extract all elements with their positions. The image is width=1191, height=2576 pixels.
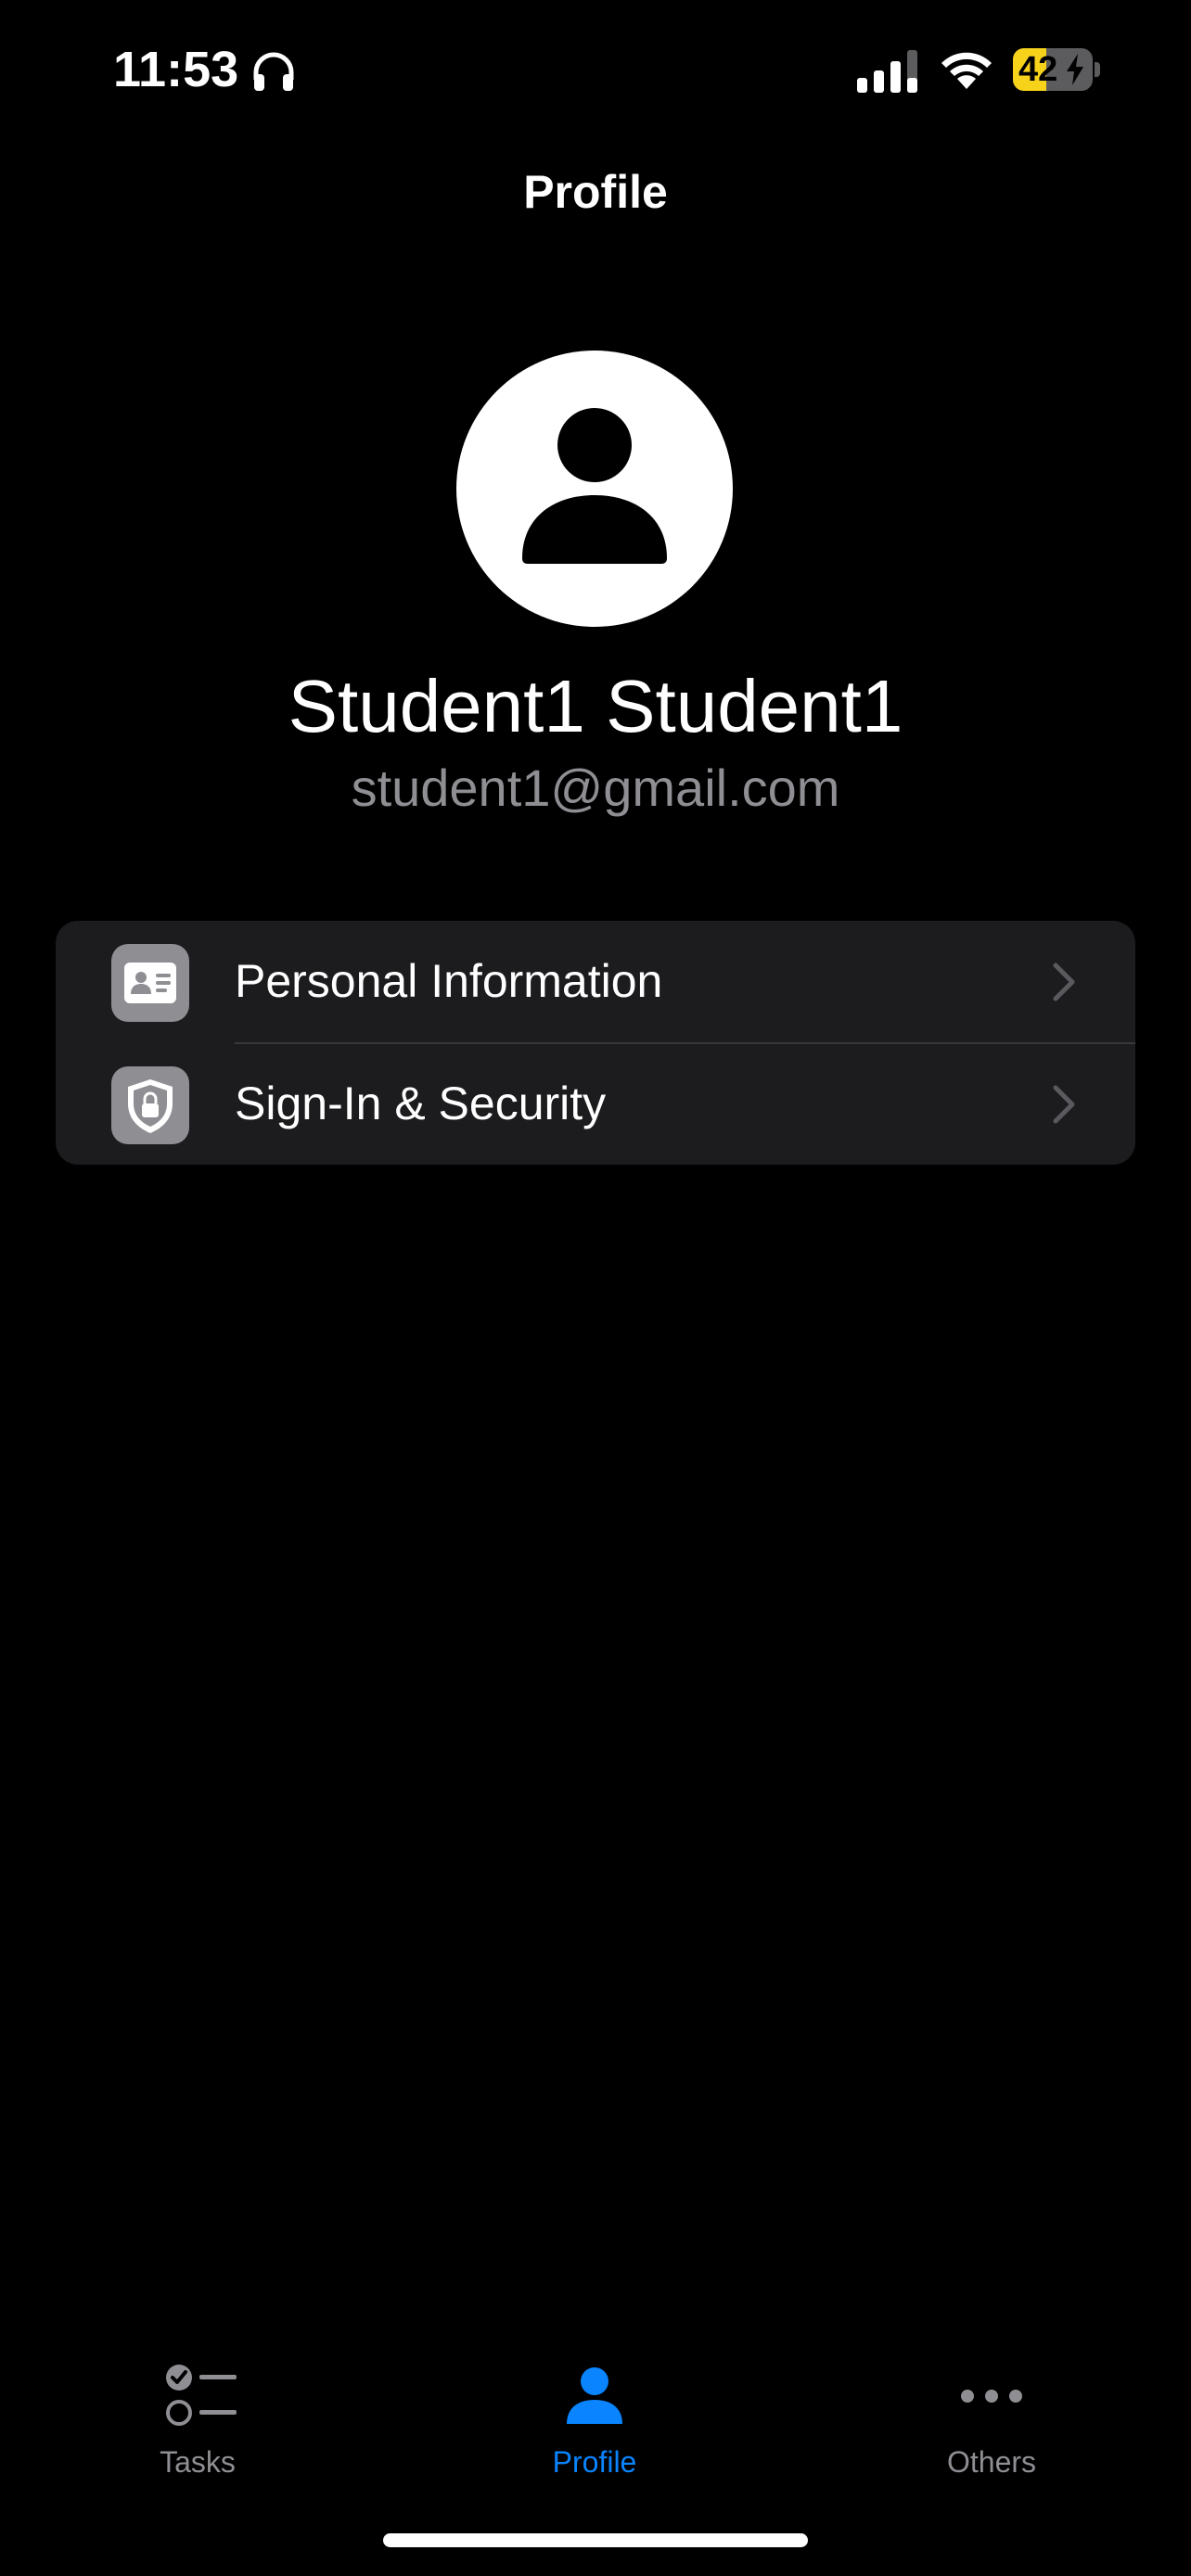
tab-others[interactable]: Others xyxy=(899,2327,1084,2485)
personal-information-label: Personal Information xyxy=(235,955,663,1007)
chevron-right-icon xyxy=(1053,963,1075,1001)
settings-group: Personal Information Sign-In & Security xyxy=(56,921,1135,1165)
status-time: 11:53 xyxy=(113,42,239,97)
avatar xyxy=(456,351,733,627)
profile-name: Student1 Student1 xyxy=(288,665,903,747)
tab-label-profile: Profile xyxy=(552,2445,637,2479)
wifi-icon xyxy=(941,52,992,89)
chevron-right-icon xyxy=(1053,1085,1075,1124)
battery-charging-icon: 42 xyxy=(1013,48,1100,91)
personal-information-row[interactable]: Personal Information xyxy=(56,921,1135,1044)
sign-in-security-label: Sign-In & Security xyxy=(235,1078,607,1129)
status-bar: 11:53 42 xyxy=(0,0,1191,139)
checklist-icon xyxy=(166,2365,237,2426)
bolt-icon xyxy=(1067,54,1083,85)
headphones-icon xyxy=(253,52,294,91)
profile-email: student1@gmail.com xyxy=(351,759,840,817)
battery-level: 42 xyxy=(1018,50,1058,89)
sign-in-security-row[interactable]: Sign-In & Security xyxy=(56,1043,1135,1165)
home-indicator[interactable] xyxy=(383,2533,808,2547)
tab-profile[interactable]: Profile xyxy=(502,2327,687,2485)
tab-label-tasks: Tasks xyxy=(160,2445,236,2479)
id-card-icon xyxy=(111,944,189,1022)
person-icon xyxy=(567,2367,622,2424)
cellular-signal-icon xyxy=(857,50,917,93)
ellipsis-icon xyxy=(961,2390,1022,2403)
page-title: Profile xyxy=(523,166,668,218)
tab-tasks[interactable]: Tasks xyxy=(105,2327,290,2485)
shield-lock-icon xyxy=(111,1066,189,1144)
tab-label-others: Others xyxy=(946,2445,1037,2479)
person-silhouette-icon xyxy=(522,408,667,564)
